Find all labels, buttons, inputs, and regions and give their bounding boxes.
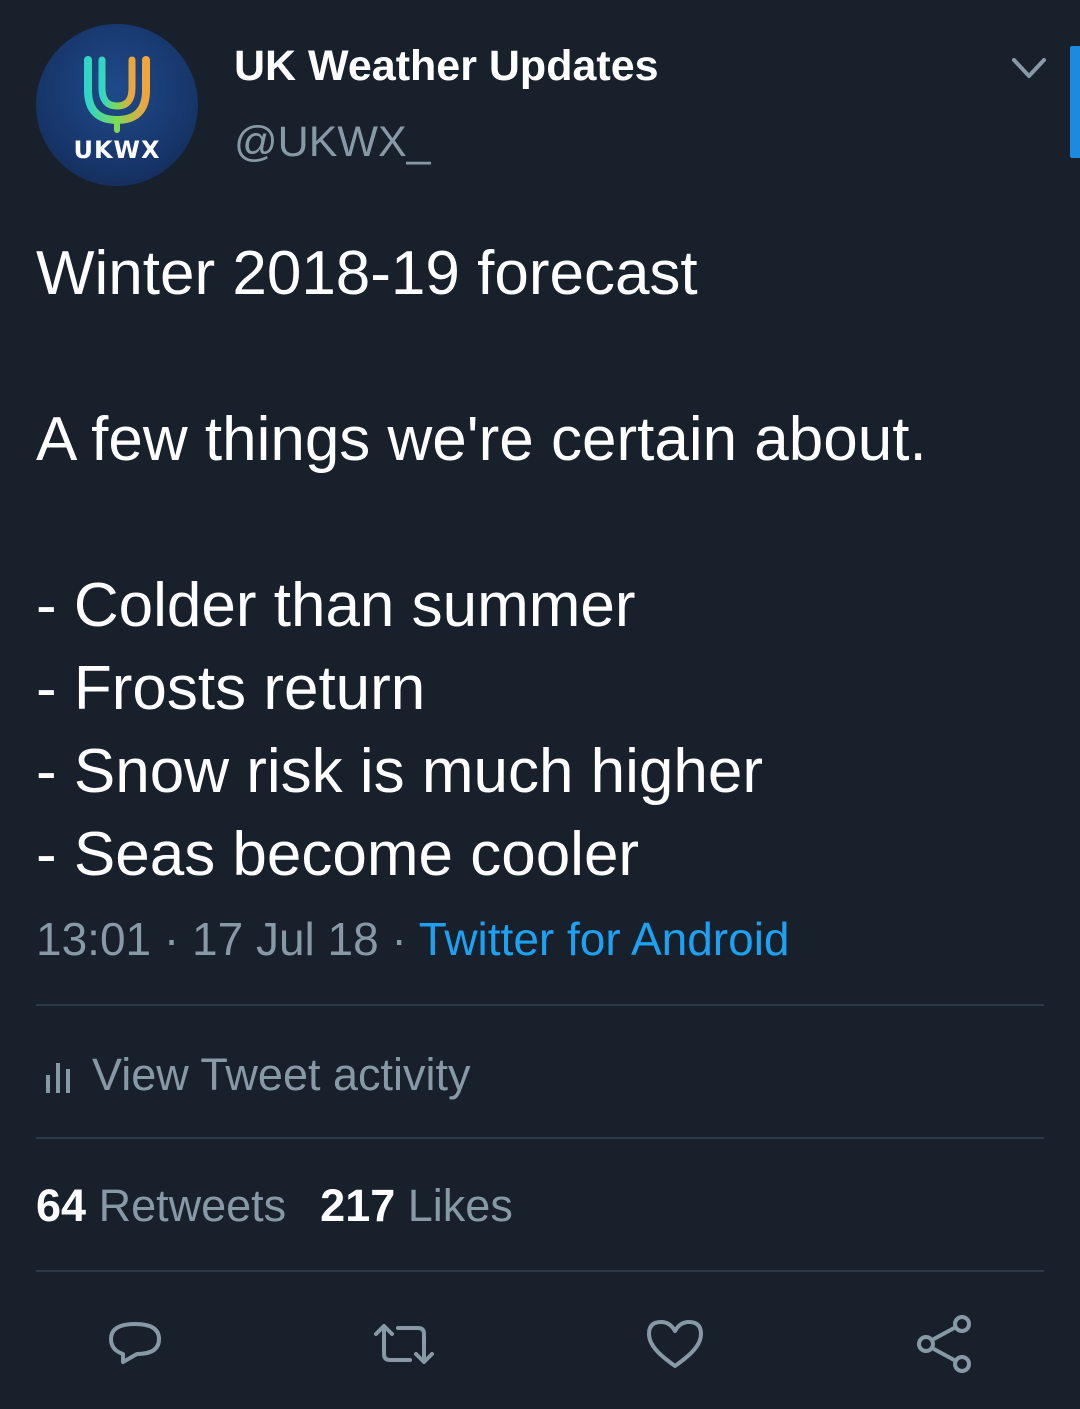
tweet-date: 17 Jul 18 [192,913,379,965]
retweet-icon[interactable] [372,1312,436,1376]
display-name[interactable]: UK Weather Updates [234,42,659,91]
tweet-stats: 64 Retweets 217 Likes [36,1180,547,1232]
reply-icon[interactable] [103,1312,167,1376]
tweet-source-link[interactable]: Twitter for Android [419,913,790,965]
heart-icon[interactable] [643,1312,707,1376]
bar-chart-icon [46,1063,70,1093]
likes-label: Likes [407,1180,513,1231]
scroll-indicator[interactable] [1070,46,1080,158]
retweets-count: 64 [36,1180,87,1231]
tweet-line [36,315,1046,398]
avatar-text: UKWX [73,136,161,164]
tweet-line [36,481,1046,564]
user-handle[interactable]: @UKWX_ [234,118,431,167]
tweet-line: Winter 2018-19 forecast [36,239,698,308]
tweet-line: - Frosts return [36,654,426,723]
retweets-label: Retweets [98,1180,287,1231]
tweet-text: Winter 2018-19 forecast A few things we'… [36,232,1046,896]
tweet-line: - Colder than summer [36,571,636,640]
divider [36,1137,1044,1139]
avatar[interactable]: UKWX [36,24,198,186]
divider [36,1004,1044,1006]
tweet-time: 13:01 [36,913,152,965]
share-icon[interactable] [912,1312,976,1376]
retweets-stat[interactable]: 64 Retweets [36,1180,286,1231]
activity-label: View Tweet activity [92,1049,471,1100]
likes-count: 217 [320,1180,396,1231]
tweet-line: - Seas become cooler [36,820,640,889]
tweet-line: A few things we're certain about. [36,405,927,474]
meta-separator: · [378,913,419,965]
likes-stat[interactable]: 217 Likes [320,1180,513,1231]
chevron-down-icon[interactable] [1008,50,1050,86]
meta-separator: · [151,913,193,965]
divider [36,1270,1044,1272]
tweet-meta: 13:01 · 17 Jul 18 · Twitter for Android [36,912,790,966]
view-tweet-activity-button[interactable]: View Tweet activity [36,1045,471,1105]
tweet-line: - Snow risk is much higher [36,737,764,806]
